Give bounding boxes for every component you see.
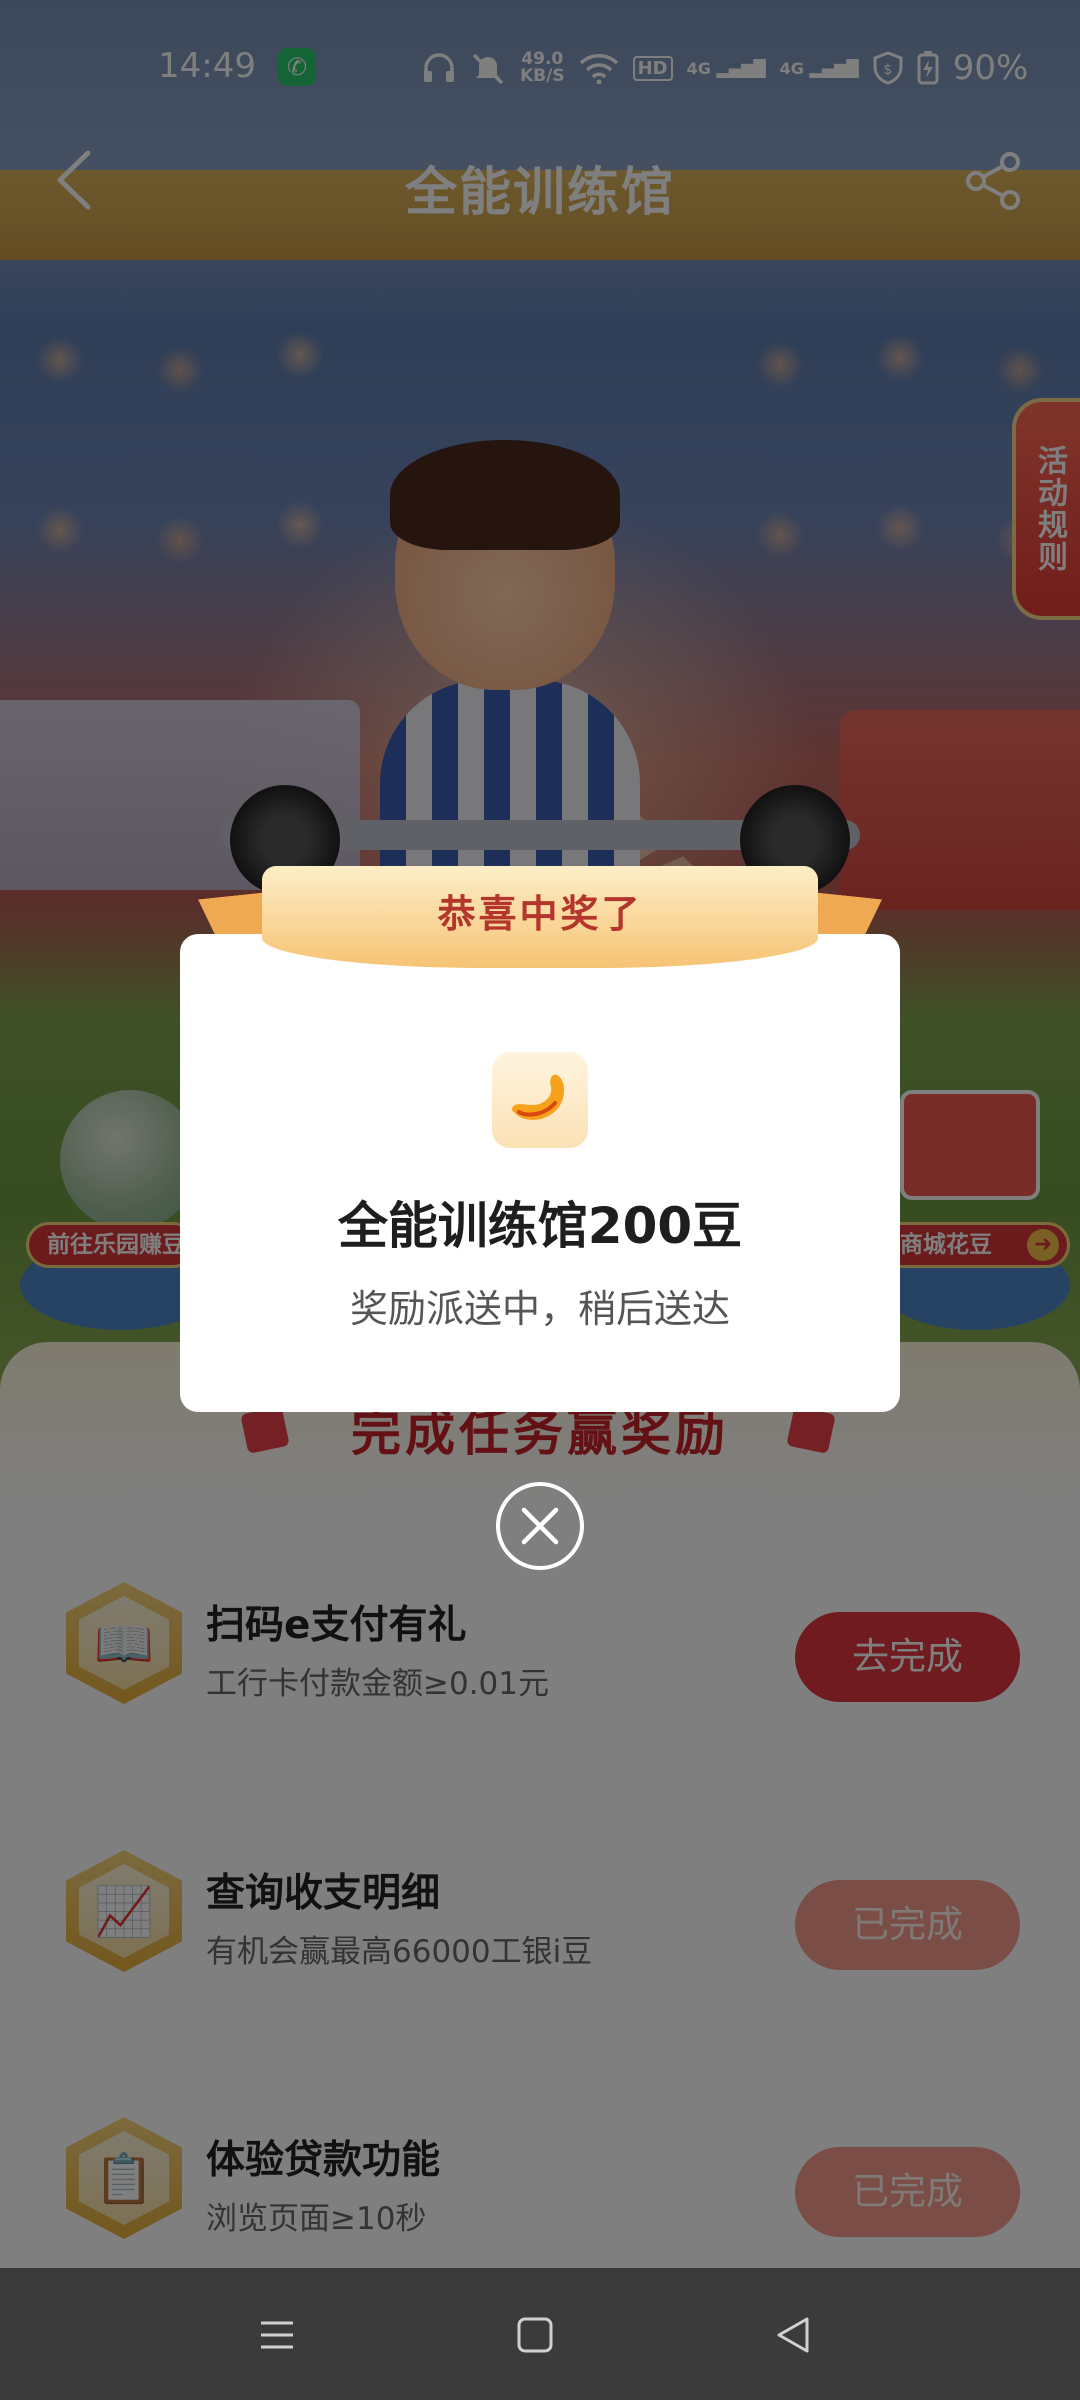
congrats-ribbon: 恭喜中奖了 <box>262 866 818 968</box>
prize-title: 全能训练馆200豆 <box>337 1197 743 1255</box>
back-triangle-icon <box>777 2317 809 2353</box>
close-icon <box>521 1507 559 1545</box>
home-button[interactable] <box>508 2308 562 2362</box>
home-square-icon <box>517 2317 553 2353</box>
recent-apps-button[interactable] <box>250 2308 304 2362</box>
close-modal-button[interactable] <box>496 1482 584 1570</box>
menu-icon <box>261 2321 293 2349</box>
system-nav-bar <box>0 2268 1080 2400</box>
prize-subtitle: 奖励派送中，稍后送达 <box>349 1287 730 1331</box>
bean-icon <box>492 1052 588 1148</box>
back-button[interactable] <box>766 2308 820 2362</box>
prize-modal <box>180 934 900 1412</box>
